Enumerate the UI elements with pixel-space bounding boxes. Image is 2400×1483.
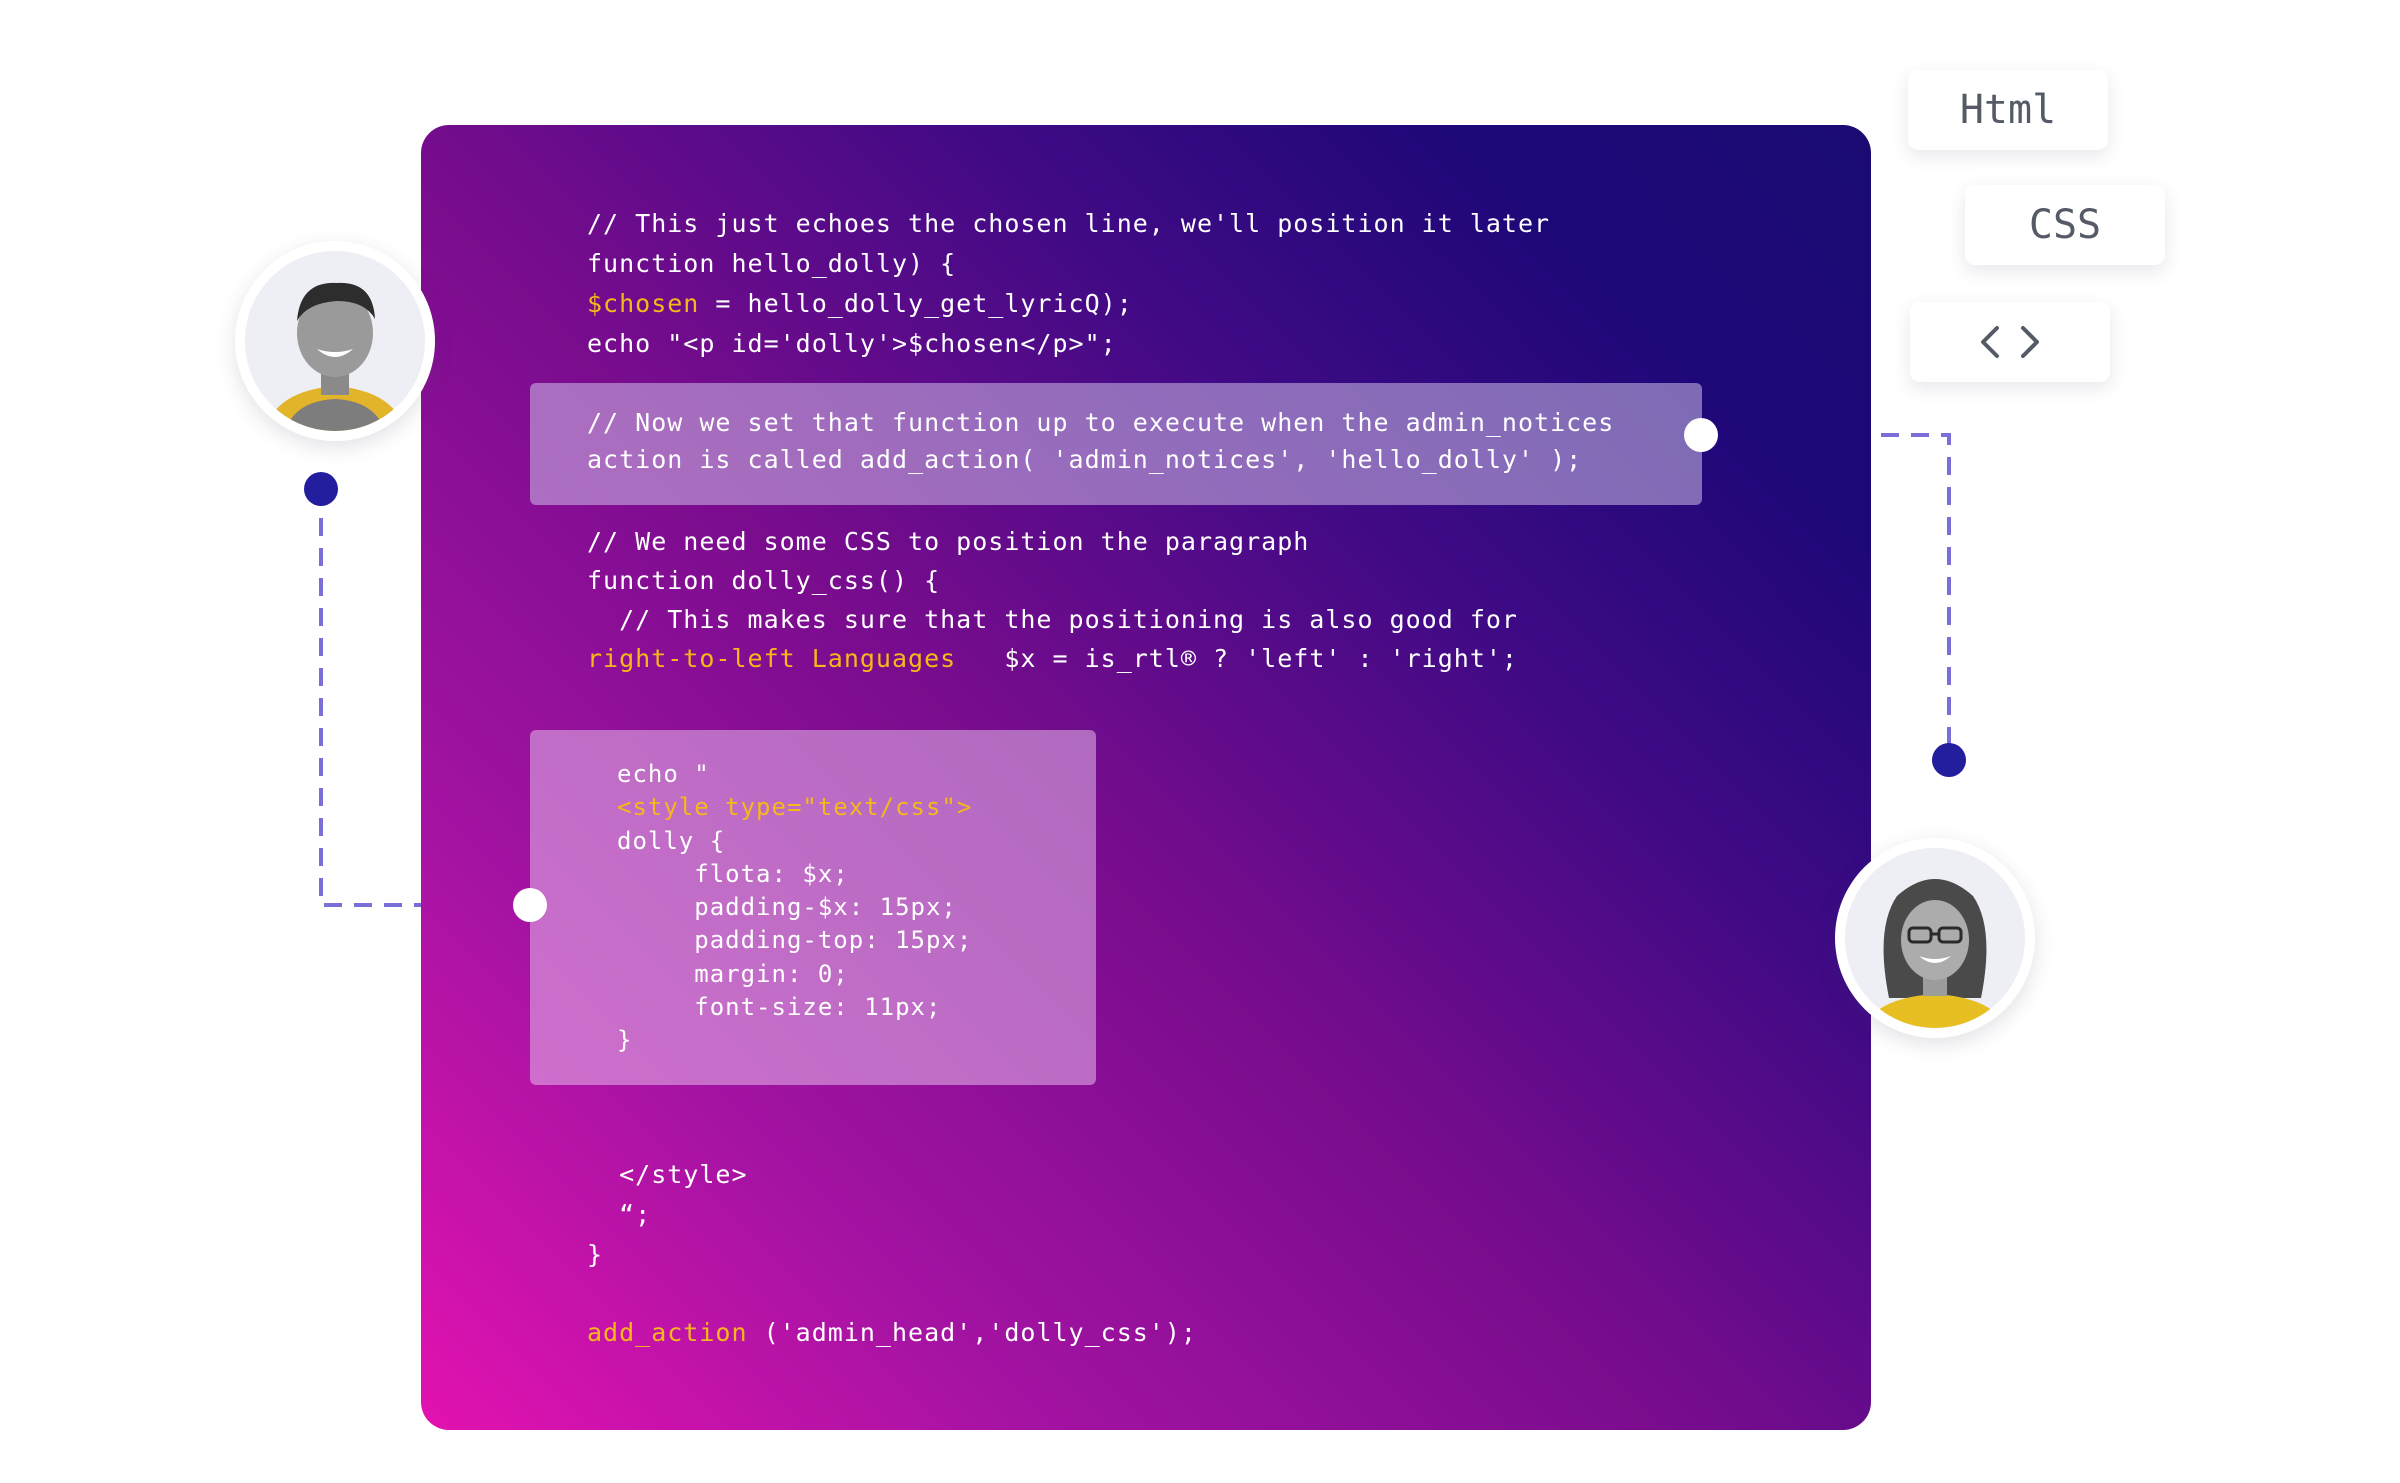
code-line: </style> <box>587 1160 748 1189</box>
code-line: padding-top: 15px; <box>617 926 973 955</box>
code-line: // This just echoes the chosen line, we'… <box>587 209 1551 238</box>
code-block-style: echo " <style type="text/css"> dolly { f… <box>617 758 972 1058</box>
code-block-add-action: add_action ('admin_head','dolly_css'); <box>587 1313 1197 1353</box>
left-connector-dot <box>304 472 338 506</box>
code-line: } <box>587 1240 604 1269</box>
code-block-closing: </style> “; } <box>587 1155 748 1275</box>
html-tag-button[interactable]: Html <box>1908 70 2108 150</box>
code-tag-highlight: <style type="text/css"> <box>617 793 973 822</box>
code-line: flota: $x; <box>617 859 849 888</box>
left-connector-endpoint <box>513 888 547 922</box>
code-line: function hello_dolly) { <box>587 249 957 278</box>
code-block-hello-dolly: // This just echoes the chosen line, we'… <box>587 204 1550 364</box>
right-connector-dot <box>1932 743 1966 777</box>
code-line: $x = is_rtl® ? 'left' : 'right'; <box>956 644 1518 673</box>
code-block-admin-notices: // Now we set that function up to execut… <box>587 404 1614 478</box>
right-connector-endpoint <box>1684 418 1718 452</box>
css-tag-label: CSS <box>2028 202 2102 248</box>
code-line: margin: 0; <box>617 959 849 988</box>
code-line: = hello_dolly_get_lyricQ); <box>699 289 1133 318</box>
code-line: } <box>617 1026 633 1055</box>
code-line: action is called add_action( 'admin_noti… <box>587 445 1583 474</box>
code-line: // Now we set that function up to execut… <box>587 408 1615 437</box>
code-tag-button[interactable] <box>1910 302 2110 382</box>
avatar-left[interactable] <box>235 241 435 441</box>
avatar-right[interactable] <box>1835 838 2035 1038</box>
code-variable-highlight: $chosen <box>587 289 700 318</box>
code-line: dolly { <box>617 826 726 855</box>
code-block-dolly-css: // We need some CSS to position the para… <box>587 522 1518 678</box>
code-line: font-size: 11px; <box>617 993 942 1022</box>
code-keyword-highlight: right-to-left Languages <box>587 644 957 673</box>
code-line: function dolly_css() { <box>587 566 941 595</box>
code-line: echo " <box>617 760 710 788</box>
code-line: “; <box>587 1200 652 1229</box>
html-tag-label: Html <box>1959 87 2057 133</box>
code-function-highlight: add_action <box>587 1318 748 1347</box>
code-line: // We need some CSS to position the para… <box>587 527 1310 556</box>
code-brackets-icon <box>1981 326 2039 358</box>
avatar-right-photo <box>1845 848 2025 1028</box>
avatar-left-photo <box>245 251 425 431</box>
code-line: ('admin_head','dolly_css'); <box>747 1318 1197 1347</box>
code-line: padding-$x: 15px; <box>617 893 957 922</box>
code-line: // This makes sure that the positioning … <box>587 605 1518 634</box>
code-line: echo "<p id='dolly'>$chosen</p>"; <box>587 329 1117 358</box>
css-tag-button[interactable]: CSS <box>1965 185 2165 265</box>
